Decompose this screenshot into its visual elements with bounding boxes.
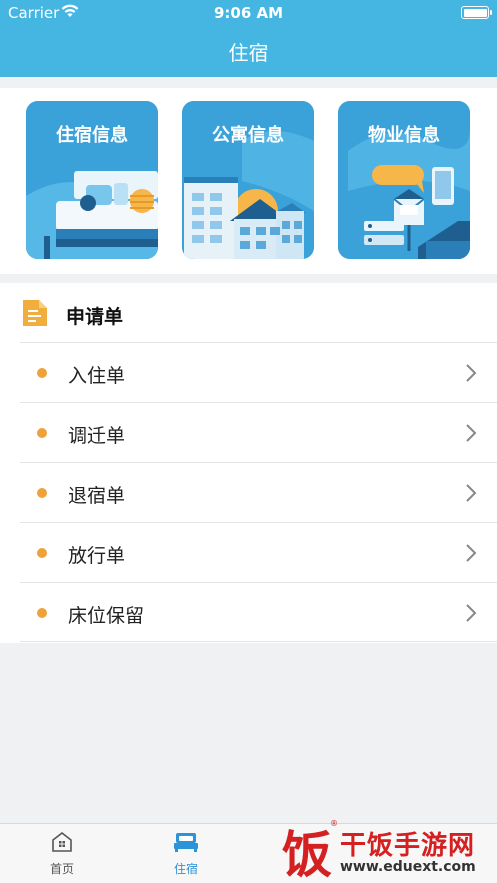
card-label: 住宿信息 (56, 125, 128, 146)
chevron-right-icon (465, 363, 477, 387)
list-item-bed-reservation[interactable]: 床位保留 (20, 582, 497, 642)
status-bar: Carrier 9:06 AM (0, 0, 497, 26)
list-item-label: 退宿单 (68, 485, 126, 507)
list-item-label: 放行单 (68, 545, 126, 567)
watermark-url: www.eduext.com (340, 859, 476, 875)
info-cards: 住宿信息 公寓信息 物业信息 (0, 88, 497, 274)
app-header: Carrier 9:06 AM 住宿 (0, 0, 497, 77)
watermark-logo: 饭 (282, 825, 332, 883)
bullet-dot-icon (37, 608, 47, 618)
application-section: 申请单 入住单 调迁单 退宿单 放行单 床位保留 (0, 283, 497, 643)
document-icon (20, 298, 50, 332)
watermark-name: 干饭手游网 (340, 831, 476, 861)
status-time: 9:06 AM (213, 4, 284, 22)
list-item-transfer[interactable]: 调迁单 (20, 402, 497, 462)
section-title: 申请单 (66, 306, 124, 328)
list-item-checkout[interactable]: 退宿单 (20, 462, 497, 522)
page-title: 住宿 (228, 41, 269, 65)
card-label: 物业信息 (368, 125, 440, 146)
bullet-dot-icon (37, 368, 47, 378)
list-item-label: 入住单 (68, 365, 126, 387)
chevron-right-icon (465, 483, 477, 507)
bullet-dot-icon (37, 548, 47, 558)
card-label: 公寓信息 (212, 125, 284, 146)
bullet-dot-icon (37, 428, 47, 438)
tab-label: 住宿 (173, 862, 198, 876)
list-item-label: 床位保留 (68, 605, 145, 627)
card-apartment-info[interactable]: 公寓信息 (182, 101, 314, 259)
battery-icon (461, 6, 492, 19)
section-header: 申请单 (0, 283, 497, 343)
watermark: ® 饭 干饭手游网 www.eduext.com (278, 813, 497, 883)
tab-accommodation[interactable]: 住宿 (146, 830, 226, 877)
list-item-checkin[interactable]: 入住单 (20, 342, 497, 402)
card-property-info[interactable]: 物业信息 (338, 101, 470, 259)
bullet-dot-icon (37, 488, 47, 498)
chevron-right-icon (465, 603, 477, 627)
tab-home[interactable]: 首页 (22, 830, 102, 877)
chevron-right-icon (465, 423, 477, 447)
list-item-label: 调迁单 (68, 425, 126, 447)
bed-icon (146, 830, 226, 857)
chevron-right-icon (465, 543, 477, 567)
list-item-release[interactable]: 放行单 (20, 522, 497, 582)
tab-label: 首页 (49, 862, 74, 876)
home-icon (22, 830, 102, 857)
card-accommodation-info[interactable]: 住宿信息 (26, 101, 158, 259)
